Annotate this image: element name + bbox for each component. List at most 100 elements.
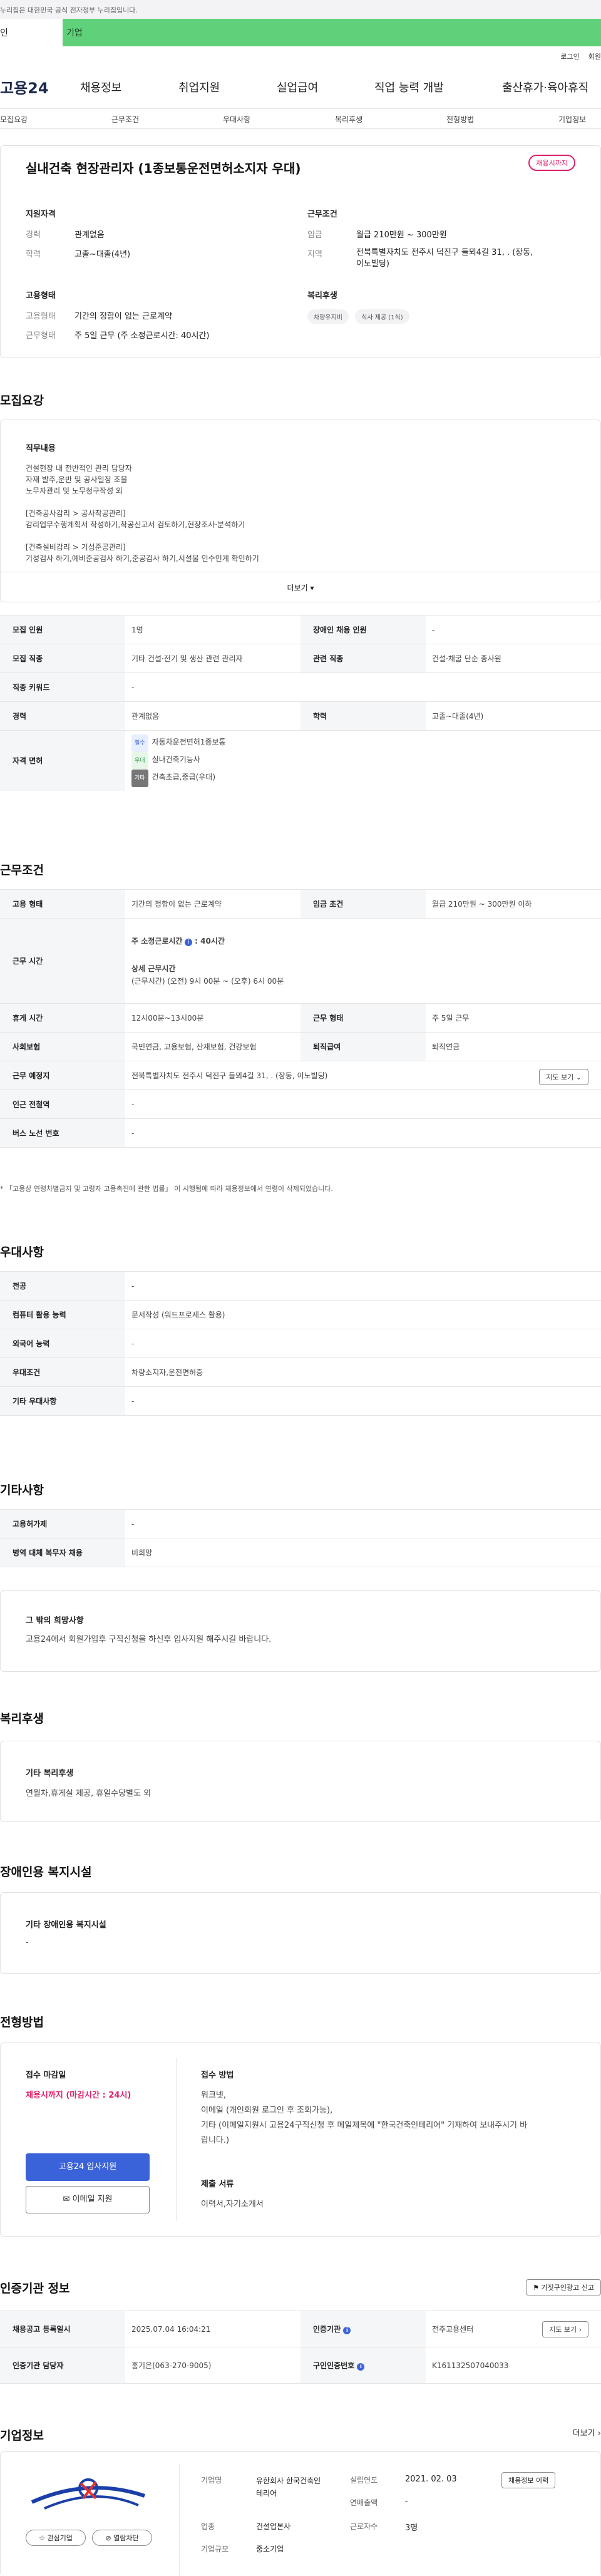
welfare-chip: 식사 제공 (1식) — [355, 309, 409, 324]
gnb-item-unemployment[interactable]: 실업급여 — [277, 79, 318, 95]
cell-header: 고용허가제 — [0, 1509, 125, 1538]
flag-icon: ⚑ — [533, 2284, 540, 2292]
career-value: 관계없음 — [74, 230, 105, 240]
cell-header: 경력 — [0, 701, 125, 731]
cell-value: K161132507040033 — [426, 2347, 601, 2384]
year-value: 2021. 02. 03 — [405, 2475, 457, 2484]
cell-header: 모집 인원 — [0, 615, 125, 644]
email-button-label: 이메일 지원 — [72, 2195, 113, 2204]
company-more-link[interactable]: 더보기 › — [573, 2426, 601, 2438]
table-row: 기타 우대사항 - — [0, 1386, 601, 1416]
global-nav: 고용24 채용정보 취업지원 실업급여 직업 능력 개발 출산휴가·육아휴직 — [0, 65, 601, 109]
table-row: 경력 관계없음 학력 고졸~대졸(4년) — [0, 701, 601, 731]
career-label: 경력 — [26, 230, 41, 240]
subnav-conditions[interactable]: 근무조건 — [111, 114, 139, 125]
table-row: 인증기관 담당자 홍기은(063-270-9005) 구인인증번호 i K161132… — [0, 2347, 601, 2384]
subnav-welfare[interactable]: 복리후생 — [335, 114, 362, 125]
hours-detail-label: 상세 근무시간 — [131, 964, 176, 973]
employment-heading: 고용형태 — [26, 291, 56, 301]
recruit-section-title: 모집요강 — [0, 394, 44, 408]
apply-button[interactable]: 고용24 입사지원 — [26, 2153, 150, 2181]
favorite-company-button[interactable]: ☆ 관심기업 — [26, 2530, 86, 2546]
divider — [179, 2465, 180, 2576]
cell-value: 건설·채굴 단순 종사원 — [426, 644, 601, 673]
welfare-section-title: 복리후생 — [0, 1712, 44, 1726]
cell-header: 컴퓨터 활용 능력 — [0, 1300, 125, 1329]
name-label: 기업명 — [201, 2476, 222, 2485]
chevron-down-icon: ⌄ — [575, 1073, 582, 1081]
pref-table: 전공 - 컴퓨터 활용 능력 문서작성 (워드프로세스 활용) 외국어 능력 - 우대… — [0, 1271, 601, 1416]
cell-header: 인증기관 담당자 — [0, 2347, 125, 2384]
cell-value: 문서작성 (워드프로세스 활용) — [125, 1300, 601, 1329]
method-text: 워크넷, 이메일 (개인회원 로그인 후 조회가능), 기타 (이메일지원시 고용2… — [201, 2088, 577, 2148]
table-row: 컴퓨터 활용 능력 문서작성 (워드프로세스 활용) — [0, 1300, 601, 1329]
work-table: 고용 형태 기간의 정함이 없는 근로계약 임금 조건 월급 210만원 ~ 300만… — [0, 889, 601, 1148]
pref-section-title: 우대사항 — [0, 1245, 44, 1259]
duty-line: [건축공사감리 > 공사착공관리] — [26, 509, 126, 518]
deadline-value: 채용시까지 (마감시간 : 24시) — [26, 2091, 131, 2100]
emp-type-label: 고용형태 — [26, 312, 56, 321]
staff-value: 3명 — [405, 2523, 418, 2533]
cell-value: 퇴직연금 — [426, 1032, 601, 1061]
cell-value: 1명 — [125, 615, 300, 644]
gnb-item-training[interactable]: 직업 능력 개발 — [374, 79, 444, 95]
license-text: 실내건축기능사 — [152, 755, 200, 764]
cell-header: 모집 직종 — [0, 644, 125, 673]
login-link[interactable]: 로그인 — [560, 51, 579, 65]
subnav-selection[interactable]: 전형방법 — [446, 114, 474, 125]
report-button[interactable]: ⚑ 거짓구인광고 신고 — [526, 2279, 601, 2295]
company-more-label: 더보기 — [572, 2429, 595, 2438]
wage-value: 월급 210만원 ~ 300만원 — [356, 230, 447, 240]
work-form-label: 근무형태 — [26, 331, 56, 341]
deadline-heading: 접수 마감일 — [26, 2071, 66, 2080]
region-label: 지역 — [307, 250, 322, 259]
age-footnote: * 「고용상 연령차별금지 및 고령자 고용촉진에 관한 법률」 이 시행됨에 … — [0, 1185, 333, 1193]
subnav-company[interactable]: 기업정보 — [558, 114, 586, 125]
cell-header: 직종 키워드 — [0, 672, 125, 702]
cell-header: 퇴직급여 — [300, 1032, 426, 1061]
cell-value: - — [125, 1118, 601, 1148]
subnav-preference[interactable]: 우대사항 — [223, 114, 250, 125]
info-icon[interactable]: i — [343, 2327, 351, 2334]
cell-header: 근무 예정지 — [0, 1061, 125, 1090]
emp-type-value: 기간의 정함이 없는 근로계약 — [74, 312, 172, 321]
divider — [176, 2058, 177, 2221]
block-company-button[interactable]: ⊘ 열람차단 — [92, 2530, 152, 2546]
work-form-value: 주 5일 근무 (주 소정근로시간: 40시간) — [74, 331, 210, 341]
gnb-item-parental-leave[interactable]: 출산휴가·육아휴직 — [502, 79, 588, 95]
job-history-button[interactable]: 채용정보 이력 — [501, 2472, 556, 2488]
cell-header: 근무 형태 — [300, 1003, 426, 1033]
info-icon[interactable]: i — [357, 2363, 365, 2371]
info-icon[interactable]: i — [185, 938, 193, 946]
year-label: 설립연도 — [350, 2476, 378, 2485]
more-toggle[interactable]: 더보기 ▾ — [1, 572, 600, 603]
agency-map-button[interactable]: 지도 보기 › — [542, 2321, 588, 2337]
gov-banner-text: 누리집은 대한민국 공식 전자정부 누리집입니다. — [0, 6, 138, 14]
map-button[interactable]: 지도 보기 ⌄ — [539, 1069, 588, 1085]
tab-corporate[interactable]: 기업 — [63, 19, 601, 46]
email-apply-button[interactable]: ✉ 이메일 지원 — [26, 2186, 150, 2213]
method-line: 기타 (이메일지원시 고용24구직신청 후 메일제목에 "한국건축인테리어" 기… — [201, 2121, 528, 2130]
conditions-heading: 근무조건 — [307, 210, 337, 219]
gnb-item-jobs[interactable]: 채용정보 — [80, 79, 121, 95]
tab-personal[interactable]: 인 — [0, 19, 63, 46]
etc-table: 고용허가제 - 병역 대체 복무자 채용 비희망 — [0, 1509, 601, 1567]
cell-value: 주 5일 근무 — [426, 1003, 601, 1033]
cell-value: 국민연금, 고용보험, 산재보험, 건강보험 — [125, 1032, 300, 1061]
subnav-recruit[interactable]: 모집요강 — [0, 114, 28, 125]
table-row: 고용허가제 - — [0, 1509, 601, 1538]
cert-number-label: 구인인증번호 — [313, 2361, 355, 2370]
cell-value: - — [125, 672, 601, 702]
education-label: 학력 — [26, 250, 41, 259]
etc-section-title: 기타사항 — [0, 1483, 44, 1497]
duty-line: 감리업무수행계획서 작성하기,착공신고서 검토하기,현장조사·분석하기 — [26, 520, 245, 529]
hours-detail-value: (근무시간) (오전) 9시 00분 ~ (오후) 6시 00분 — [131, 976, 284, 986]
hours-week-label: 주 소정근로시간 — [131, 936, 183, 945]
gnb-item-employment-support[interactable]: 취업지원 — [178, 79, 220, 95]
cell-value: 비희망 — [125, 1538, 601, 1567]
join-link[interactable]: 회원 — [588, 51, 601, 65]
disability-heading: 기타 장애인용 복지시설 — [26, 1920, 106, 1930]
site-logo[interactable]: 고용24 — [0, 76, 49, 98]
cell-value: 고졸~대졸(4년) — [426, 701, 601, 731]
table-row: 전공 - — [0, 1271, 601, 1301]
